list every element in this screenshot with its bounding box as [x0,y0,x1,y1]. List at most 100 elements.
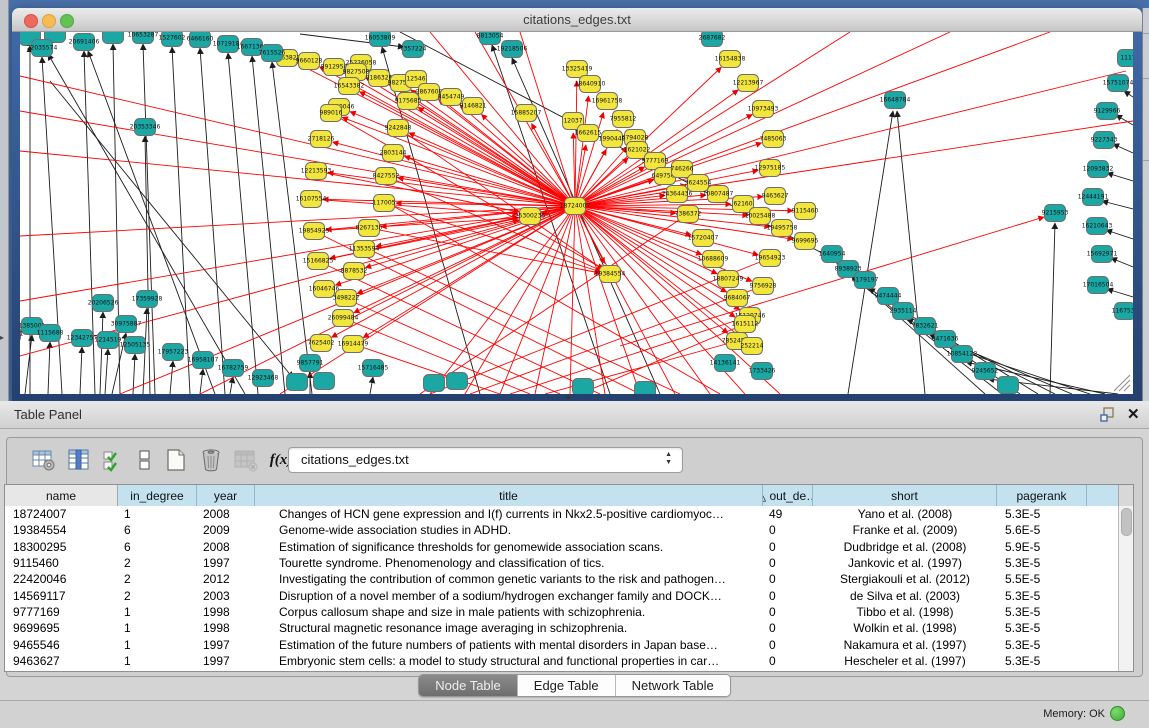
graph-node[interactable] [447,373,468,390]
node-table-body: 1872400712008Changes of HCN gene express… [5,506,1119,671]
svg-text:8454749: 8454749 [438,94,465,101]
table-row[interactable]: 1830029562008Estimation of significance … [5,539,1119,555]
table-row[interactable]: 911546021997Tourette syndrome. Phenomeno… [5,555,1119,571]
new-table-icon[interactable] [163,447,189,473]
table-row[interactable]: 1938455462009Genome-wide association stu… [5,522,1119,538]
svg-text:7615526: 7615526 [259,50,286,57]
svg-text:12213593: 12213593 [301,168,332,175]
svg-text:3624554: 3624554 [685,180,712,187]
graph-node[interactable] [424,375,445,392]
svg-text:16543382: 16543382 [334,83,365,90]
graph-node[interactable] [573,379,594,395]
svg-text:6466160: 6466160 [187,36,214,43]
svg-text:3498222: 3498222 [333,295,360,302]
column-header-2[interactable]: year [197,485,255,506]
column-header-1[interactable]: in_degree [118,485,197,506]
graph-node[interactable] [287,374,308,391]
network-canvas[interactable]: 1872400771638229660128891295425226058982… [20,32,1133,394]
svg-text:746266: 746266 [671,166,694,173]
node-table: namein_degreeyeartitle△ out_de…shortpage… [4,484,1134,672]
svg-text:1615112: 1615112 [732,321,759,328]
svg-text:9129966: 9129966 [1094,108,1121,115]
memory-status-label: Memory: OK [1043,708,1105,720]
column-header-0[interactable]: name [5,485,118,506]
memory-status-indicator[interactable] [1110,706,1125,721]
merge-rows-icon[interactable] [136,447,154,473]
column-header-6[interactable]: pagerank [997,485,1087,506]
svg-text:9227343: 9227343 [1091,137,1118,144]
table-row[interactable]: 969969511998Structural magnetic resonanc… [5,620,1119,636]
column-header-4[interactable]: △ out_de… [763,485,813,506]
table-row[interactable]: 946362711997Embryonic stem cells: a mode… [5,653,1119,669]
table-scrollbar[interactable] [1118,506,1133,671]
svg-text:16107554: 16107554 [296,196,327,203]
svg-text:1167533: 1167533 [1112,308,1133,315]
window-titlebar[interactable]: citations_edges.txt [12,8,1142,32]
graph-node[interactable] [998,377,1019,394]
svg-text:19495758: 19495758 [767,225,798,232]
node-table-header: namein_degreeyeartitle△ out_de…shortpage… [5,485,1133,507]
left-panel-divider[interactable]: ▸ [0,0,9,401]
table-settings-icon[interactable] [31,447,57,473]
table-panel: Table Panel ✕ [0,401,1149,727]
panel-splitter-handle-icon[interactable]: ▴ [566,391,571,402]
svg-text:16053809: 16053809 [365,35,396,42]
svg-text:12975185: 12975185 [755,165,786,172]
svg-text:16046746: 16046746 [309,286,340,293]
table-selector-dropdown[interactable]: citations_edges.txt ▲▼ [288,447,683,473]
svg-text:14136141: 14136141 [710,360,741,367]
network-view-window[interactable]: citations_edges.txt 187240077163822966 [12,8,1142,401]
svg-text:20206526: 20206526 [88,300,119,307]
column-header-3[interactable]: title [255,485,763,506]
table-row[interactable]: 2242004622012Investigating the contribut… [5,571,1119,587]
table-row[interactable]: 1456911722003Disruption of a novel membe… [5,587,1119,603]
svg-text:12444191: 12444191 [1078,194,1109,201]
svg-text:3915931: 3915931 [20,331,24,338]
svg-text:1117: 1117 [1120,55,1133,62]
network-desktop: citations_edges.txt 187240077163822966 [0,0,1149,401]
delete-rows-icon[interactable] [198,447,224,473]
graph-node[interactable] [314,373,335,390]
table-row[interactable]: 977716911998Corpus callosum shape and si… [5,604,1119,620]
svg-text:9684067: 9684067 [724,295,751,302]
svg-text:16782759: 16782759 [218,365,249,372]
svg-text:1115688: 1115688 [37,330,64,337]
svg-text:2687682: 2687682 [699,35,726,42]
graph-node[interactable] [103,32,124,44]
table-row[interactable]: 946554611997Estimation of the future num… [5,636,1119,652]
float-window-icon[interactable] [1100,407,1115,422]
column-header-5[interactable]: short [813,485,997,506]
svg-text:7955812: 7955812 [610,116,637,123]
table-selector-value: citations_edges.txt [301,452,409,467]
svg-text:8427552: 8427552 [373,173,400,180]
svg-text:15751074: 15751074 [1103,80,1133,87]
divider-arrow-icon[interactable]: ▸ [0,333,4,342]
svg-text:8878532: 8878532 [341,268,368,275]
svg-text:15720407: 15720407 [688,235,719,242]
svg-text:12093832: 12093832 [1083,166,1114,173]
svg-text:20691406: 20691406 [69,39,100,46]
svg-text:24364436: 24364436 [662,191,693,198]
svg-text:7357224: 7357224 [400,46,427,53]
scrollbar-thumb[interactable] [1121,508,1132,536]
canvas-resize-grip[interactable] [1114,375,1130,391]
svg-text:16210643: 16210643 [1082,223,1113,230]
window-border: 1872400771638229660128891295425226058982… [12,32,1142,401]
svg-text:9115460: 9115460 [792,208,819,215]
svg-text:989016: 989016 [320,110,343,117]
graph-node[interactable] [635,382,656,395]
svg-text:26099484: 26099484 [328,315,359,322]
svg-text:9777169: 9777169 [642,158,669,165]
table-row[interactable]: 1872400712008Changes of HCN gene express… [5,506,1119,522]
svg-text:11353594: 11353594 [349,246,380,253]
tab-network-table[interactable]: Network Table [616,675,730,696]
column-visibility-icon[interactable] [66,447,92,473]
tab-node-table[interactable]: Node Table [419,675,518,696]
close-panel-icon[interactable]: ✕ [1127,405,1140,423]
svg-text:2803144: 2803144 [380,150,407,157]
dropdown-stepper-icon: ▲▼ [665,451,672,467]
tab-edge-table[interactable]: Edge Table [518,675,616,696]
svg-text:15885207: 15885207 [511,110,542,117]
select-all-rows-icon[interactable] [101,447,127,473]
svg-text:19218506: 19218506 [497,46,528,53]
